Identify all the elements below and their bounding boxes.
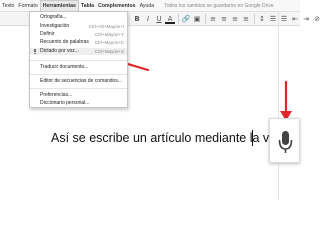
menu-item-shortcut: Ctrl+Mayús+Y (94, 32, 124, 37)
menu-formato[interactable]: Formato (16, 0, 39, 12)
bold-button[interactable]: B (132, 14, 142, 24)
bulleted-list-icon[interactable]: ☰ (279, 14, 289, 24)
toolbar-divider (205, 14, 206, 24)
comment-icon[interactable]: ▣ (192, 14, 202, 24)
menu-complementos[interactable]: Complementos (96, 0, 137, 12)
menu-texto[interactable]: Texto (0, 0, 16, 12)
menu-item-label: Investigación (40, 23, 70, 29)
menu-item-personal-dictionary[interactable]: Diccionario personal... (30, 100, 127, 107)
menu-item-spelling[interactable]: Ortografía... (30, 14, 127, 21)
menu-item-define[interactable]: Definir Ctrl+Mayús+Y (30, 31, 127, 38)
menu-item-shortcut: Ctrl+Mayús+S (94, 49, 124, 54)
indent-increase-icon[interactable]: ⇥ (301, 14, 311, 24)
document-text[interactable]: Así se escribe un artículo mediante la v… (51, 131, 282, 145)
menu-item-preferences[interactable]: Preferencias... (30, 92, 127, 99)
menu-item-label: Definir (40, 31, 55, 37)
menu-item-word-count[interactable]: Recuento de palabras Ctrl+Mayús+C (30, 39, 127, 46)
annotation-arrow-mic (280, 80, 292, 121)
align-left-icon[interactable]: ≡ (208, 14, 218, 24)
menu-herramientas[interactable]: Herramientas (39, 0, 79, 12)
page-margin-line (278, 12, 279, 200)
menu-divider (30, 74, 127, 75)
microphone-icon[interactable] (270, 119, 301, 164)
menu-item-shortcut: Ctrl+Alt+Mayús+I (88, 24, 124, 29)
align-justify-icon[interactable]: ≡ (241, 14, 251, 24)
save-status[interactable]: Todos los cambios se guardaron en Google… (164, 3, 274, 9)
menu-item-label: Editor de secuencias de comandos... (40, 78, 122, 84)
indent-decrease-icon[interactable]: ⇤ (290, 14, 300, 24)
voice-typing-panel[interactable] (269, 118, 300, 163)
toolbar-divider (254, 14, 255, 24)
menu-item-label: Dictado por voz... (40, 48, 79, 54)
menu-item-label: Traducir documento... (40, 64, 89, 70)
italic-button[interactable]: I (143, 14, 153, 24)
line-spacing-icon[interactable]: ↕ (257, 14, 267, 24)
menu-ayuda[interactable]: Ayuda (138, 0, 157, 12)
menu-item-label: Recuento de palabras (40, 39, 89, 45)
link-icon[interactable]: 🔗 (181, 14, 191, 24)
underline-button[interactable]: U (154, 14, 164, 24)
tools-dropdown-menu: Ortografía... Investigación Ctrl+Alt+May… (29, 11, 128, 108)
align-center-icon[interactable]: ≡ (219, 14, 229, 24)
menu-item-shortcut: Ctrl+Mayús+C (94, 40, 124, 45)
menu-divider (30, 60, 127, 61)
menu-item-label: Ortografía... (40, 14, 67, 20)
menu-item-label: Preferencias... (40, 92, 73, 98)
menu-tabla[interactable]: Tabla (79, 0, 96, 12)
menu-item-research[interactable]: Investigación Ctrl+Alt+Mayús+I (30, 23, 127, 30)
menu-item-label: Diccionario personal... (40, 100, 90, 106)
clear-format-icon[interactable]: ⊘ (312, 14, 320, 24)
menu-item-voice-typing[interactable]: Dictado por voz... Ctrl+Mayús+S (30, 48, 127, 55)
align-right-icon[interactable]: ≡ (230, 14, 240, 24)
microphone-icon (34, 49, 36, 54)
format-buttons: B I U A 🔗 ▣ ≡ ≡ ≡ ≡ ↕ ☰ ☰ ⇤ ⇥ ⊘ (132, 14, 320, 24)
menu-item-translate[interactable]: Traducir documento... (30, 64, 127, 71)
menu-divider (30, 88, 127, 89)
text-color-button[interactable]: A (165, 14, 175, 24)
numbered-list-icon[interactable]: ☰ (268, 14, 278, 24)
text-cursor (252, 130, 253, 146)
toolbar-divider (178, 14, 179, 24)
menu-item-script-editor[interactable]: Editor de secuencias de comandos... (30, 78, 127, 85)
